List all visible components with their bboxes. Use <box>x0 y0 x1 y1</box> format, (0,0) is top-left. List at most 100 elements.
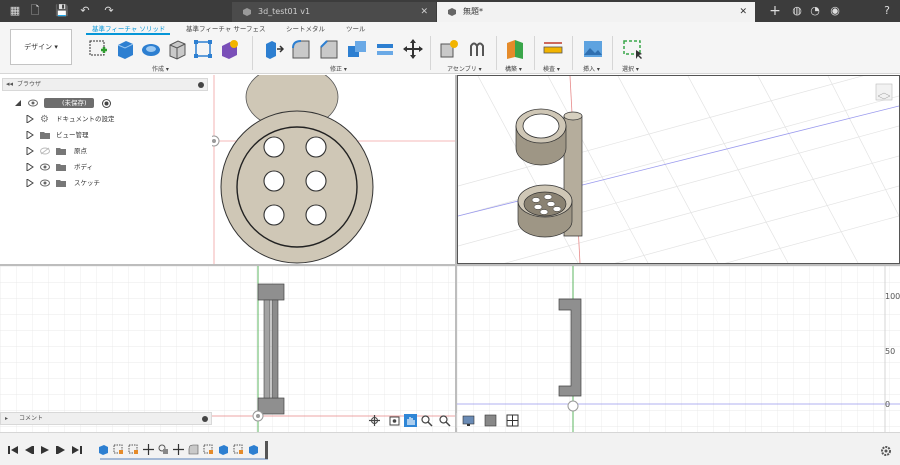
comment-add-icon[interactable] <box>202 416 208 422</box>
timeline-settings-gear-icon[interactable] <box>880 445 892 457</box>
browser-pin-icon[interactable] <box>198 82 204 88</box>
viewport-front[interactable] <box>0 266 455 432</box>
chamfer-icon[interactable] <box>318 38 340 60</box>
tree-item-sketches[interactable]: スケッチ <box>0 176 210 190</box>
go-to-start-icon[interactable] <box>8 445 18 455</box>
tree-item-named-views[interactable]: ビュー管理 <box>0 128 210 142</box>
visibility-eye-icon[interactable] <box>40 163 50 171</box>
go-to-end-icon[interactable] <box>72 445 82 455</box>
measure-icon[interactable] <box>542 38 564 60</box>
timeline-joint-icon[interactable] <box>158 444 169 455</box>
job-status-icon[interactable]: ◔ <box>808 4 822 18</box>
tab-solid[interactable]: 基準フィーチャ ソリッド <box>92 23 165 33</box>
zoom-icon[interactable] <box>420 414 433 427</box>
close-tab-icon[interactable]: ✕ <box>739 2 747 22</box>
expanded-caret-icon[interactable] <box>14 99 22 107</box>
move-icon[interactable] <box>402 38 424 60</box>
viewports-icon[interactable] <box>506 414 519 427</box>
form-icon[interactable] <box>192 38 214 60</box>
revolve-icon[interactable] <box>140 38 162 60</box>
collapse-icon[interactable]: ◂◂ <box>6 79 13 90</box>
new-tab-icon[interactable]: + <box>768 4 782 18</box>
hidden-eye-icon[interactable] <box>40 147 50 155</box>
offset-plane-icon[interactable] <box>504 38 526 60</box>
collapsed-caret-icon[interactable] <box>26 131 34 139</box>
insert-canvas-icon[interactable] <box>582 38 604 60</box>
look-at-icon[interactable] <box>388 414 401 427</box>
group-assemble[interactable]: アセンブリ ▾ <box>447 64 482 73</box>
tab-untitled[interactable]: 無題* ✕ <box>437 2 755 22</box>
timeline-sketch-icon[interactable] <box>233 444 244 455</box>
group-construct[interactable]: 構築 ▾ <box>505 64 522 73</box>
viewport-divider-horizontal[interactable] <box>0 264 900 266</box>
extensions-icon[interactable]: ◍ <box>790 4 804 18</box>
timeline-extrude-icon[interactable] <box>98 444 109 455</box>
timeline-fillet-icon[interactable] <box>188 444 199 455</box>
tab-surface[interactable]: 基準フィーチャ サーフェス <box>186 23 265 33</box>
undo-icon[interactable]: ↶ <box>78 4 92 18</box>
tree-item-origin[interactable]: 原点 <box>0 144 210 158</box>
collapsed-caret-icon[interactable] <box>26 115 34 123</box>
group-create[interactable]: 作成 ▾ <box>152 64 169 73</box>
comment-toggle-icon[interactable]: ▸ <box>5 413 8 424</box>
workspace-switcher[interactable]: デザイン ▾ <box>10 29 72 65</box>
fit-icon[interactable] <box>438 414 451 427</box>
timeline-sketch-icon[interactable] <box>203 444 214 455</box>
timeline-marker[interactable] <box>265 441 268 459</box>
active-radio-icon[interactable] <box>102 99 111 108</box>
tab-sheet-metal[interactable]: シートメタル <box>286 23 325 33</box>
combine-icon[interactable] <box>346 38 368 60</box>
box-icon[interactable] <box>166 38 188 60</box>
visibility-eye-icon[interactable] <box>28 99 38 107</box>
comments-panel[interactable]: ▸ コメント <box>0 412 212 425</box>
tab-tools[interactable]: ツール <box>346 23 366 33</box>
tree-root[interactable]: (未保存) <box>0 96 210 110</box>
browser-header[interactable]: ◂◂ ブラウザ <box>2 78 208 91</box>
play-icon[interactable] <box>40 445 50 455</box>
timeline-extrude-icon[interactable] <box>218 444 229 455</box>
tree-item-document-settings[interactable]: ⚙ ドキュメントの設定 <box>0 112 210 126</box>
group-inspect[interactable]: 検査 ▾ <box>543 64 560 73</box>
collapsed-caret-icon[interactable] <box>26 163 34 171</box>
joint-icon[interactable] <box>466 38 488 60</box>
collapsed-caret-icon[interactable] <box>26 147 34 155</box>
display-settings-icon[interactable] <box>462 414 475 427</box>
orbit-icon[interactable] <box>368 414 381 427</box>
insert-derive-icon[interactable] <box>218 38 240 60</box>
grid-settings-icon[interactable] <box>484 414 497 427</box>
timeline-sketch-icon[interactable] <box>113 444 124 455</box>
group-modify[interactable]: 修正 ▾ <box>330 64 347 73</box>
step-forward-icon[interactable] <box>56 445 66 455</box>
redo-icon[interactable]: ↷ <box>102 4 116 18</box>
viewport-divider-vertical[interactable] <box>455 75 457 432</box>
close-tab-icon[interactable]: ✕ <box>420 2 428 22</box>
press-pull-icon[interactable] <box>262 38 284 60</box>
tab-3d-test01[interactable]: 3d_test01 v1 ✕ <box>232 2 436 22</box>
group-insert[interactable]: 挿入 ▾ <box>583 64 600 73</box>
timeline-move-icon[interactable] <box>143 444 154 455</box>
viewport-top[interactable] <box>212 75 455 265</box>
collapsed-caret-icon[interactable] <box>26 179 34 187</box>
timeline-extrude-icon[interactable] <box>248 444 259 455</box>
group-select[interactable]: 選択 ▾ <box>622 64 639 73</box>
app-grid-icon[interactable]: ▦ <box>8 4 22 18</box>
notifications-icon[interactable]: ◉ <box>828 4 842 18</box>
timeline-track[interactable] <box>100 458 268 460</box>
offset-face-icon[interactable] <box>374 38 396 60</box>
viewport-side[interactable]: 100 50 0 <box>457 266 900 432</box>
viewport-perspective[interactable] <box>457 75 900 264</box>
extrude-icon[interactable] <box>114 38 136 60</box>
step-back-icon[interactable] <box>24 445 34 455</box>
file-icon[interactable]: 🗋 <box>28 4 42 18</box>
fillet-icon[interactable] <box>290 38 312 60</box>
select-icon[interactable] <box>622 38 644 60</box>
tree-item-bodies[interactable]: ボディ <box>0 160 210 174</box>
help-icon[interactable]: ? <box>880 4 894 18</box>
create-sketch-icon[interactable] <box>88 38 110 60</box>
pan-hand-icon[interactable] <box>404 414 417 427</box>
visibility-eye-icon[interactable] <box>40 179 50 187</box>
new-component-icon[interactable] <box>438 38 460 60</box>
timeline-move-icon[interactable] <box>173 444 184 455</box>
timeline-sketch-icon[interactable] <box>128 444 139 455</box>
save-icon[interactable]: 💾 <box>55 4 69 18</box>
